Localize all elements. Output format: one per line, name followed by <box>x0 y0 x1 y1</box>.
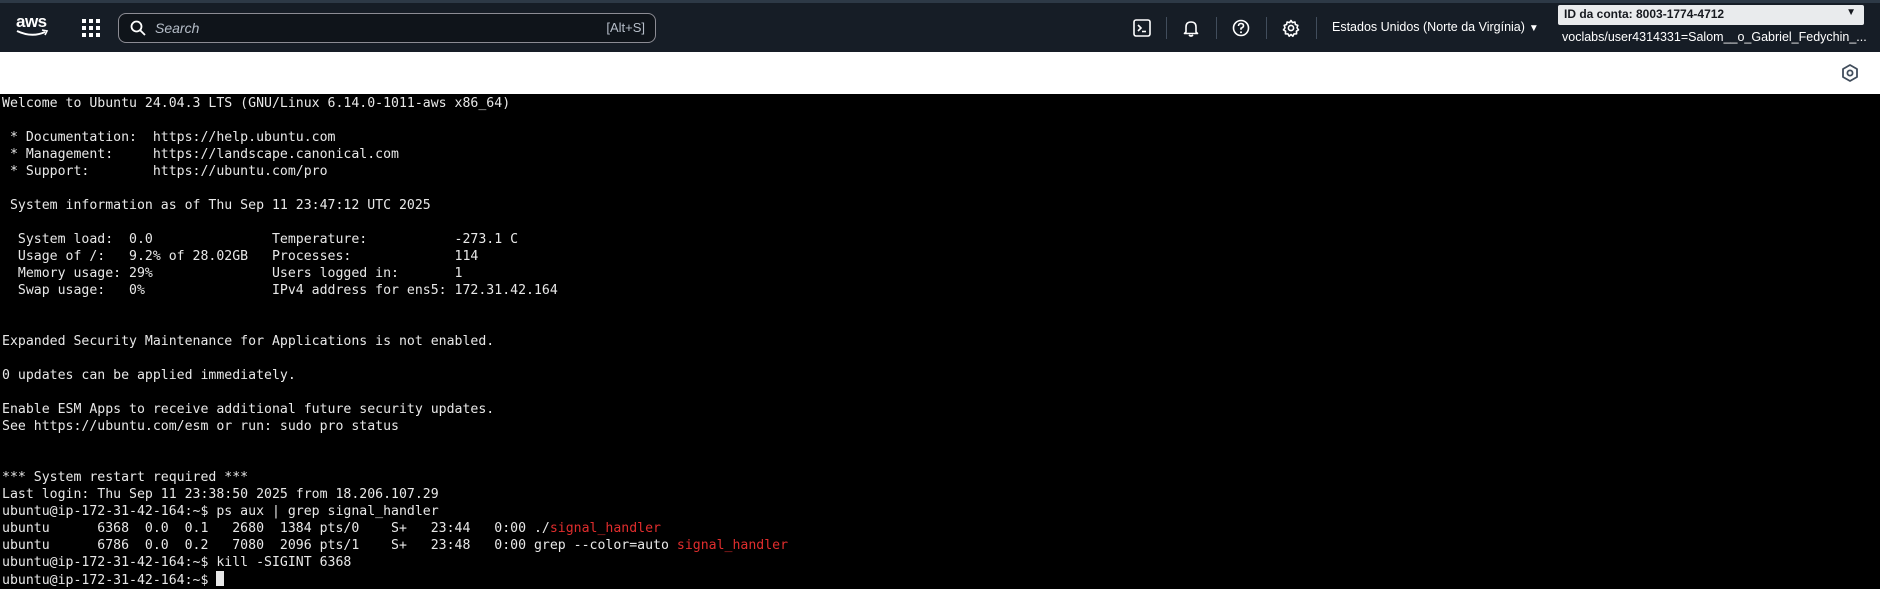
terminal-line-text: Last login: Thu Sep 11 23:38:50 2025 fro… <box>2 487 439 502</box>
terminal-line-text: See https://ubuntu.com/esm or run: sudo … <box>2 419 399 434</box>
account-user-name[interactable]: voclabs/user4314331=Salom__o_Gabriel_Fed… <box>1562 30 1867 44</box>
terminal-line: *** System restart required *** <box>2 469 1878 486</box>
terminal-cursor <box>216 571 225 586</box>
terminal-line: Swap usage: 0% IPv4 address for ens5: 17… <box>2 282 1878 299</box>
terminal-line: System information as of Thu Sep 11 23:4… <box>2 197 1878 214</box>
aws-logo-text: aws <box>16 12 47 31</box>
terminal-line-text: * Support: https://ubuntu.com/pro <box>2 164 328 179</box>
terminal-line-text: ubuntu@ip-172-31-42-164:~$ kill -SIGINT … <box>2 555 352 570</box>
terminal-line: Memory usage: 29% Users logged in: 1 <box>2 265 1878 282</box>
terminal-line: Enable ESM Apps to receive additional fu… <box>2 401 1878 418</box>
terminal-line-text: Welcome to Ubuntu 24.04.3 LTS (GNU/Linux… <box>2 96 511 111</box>
terminal-settings-icon[interactable] <box>1840 63 1860 83</box>
terminal-toolbar <box>0 52 1880 94</box>
search-shortcut-hint: [Alt+S] <box>606 20 645 35</box>
terminal-line: ubuntu@ip-172-31-42-164:~$ ps aux | grep… <box>2 503 1878 520</box>
aws-logo[interactable]: aws <box>16 13 54 41</box>
nav-divider <box>1266 17 1267 39</box>
terminal-line-text: Swap usage: 0% IPv4 address for ens5: 17… <box>2 283 558 298</box>
terminal-line: System load: 0.0 Temperature: -273.1 C <box>2 231 1878 248</box>
terminal-line: * Management: https://landscape.canonica… <box>2 146 1878 163</box>
terminal-line-text: * Management: https://landscape.canonica… <box>2 147 399 162</box>
search-input[interactable] <box>153 17 533 39</box>
terminal-output[interactable]: Welcome to Ubuntu 24.04.3 LTS (GNU/Linux… <box>0 94 1880 589</box>
search-icon <box>130 20 146 41</box>
terminal-line-text: * Documentation: https://help.ubuntu.com <box>2 130 336 145</box>
bell-icon[interactable] <box>1180 17 1202 39</box>
terminal-line: Expanded Security Maintenance for Applic… <box>2 333 1878 350</box>
terminal-line-text: Enable ESM Apps to receive additional fu… <box>2 402 495 417</box>
terminal-line-text: 0 updates can be applied immediately. <box>2 368 296 383</box>
account-id-label: ID da conta: 8003-1774-4712 <box>1564 7 1725 21</box>
search-bar[interactable]: [Alt+S] <box>118 13 656 43</box>
terminal-line-text: System load: 0.0 Temperature: -273.1 C <box>2 232 519 247</box>
terminal-line-text: ubuntu@ip-172-31-42-164:~$ <box>2 573 217 588</box>
grep-match-highlight: signal_handler <box>676 538 789 553</box>
region-selector[interactable]: Estados Unidos (Norte da Virgínia) ▼ <box>1332 20 1539 34</box>
region-label: Estados Unidos (Norte da Virgínia) <box>1332 20 1525 34</box>
terminal-line: Usage of /: 9.2% of 28.02GB Processes: 1… <box>2 248 1878 265</box>
help-icon[interactable] <box>1230 17 1252 39</box>
terminal-line: * Documentation: https://help.ubuntu.com <box>2 129 1878 146</box>
grep-match-highlight: signal_handler <box>549 521 661 536</box>
services-grid-icon[interactable] <box>82 19 100 37</box>
terminal-line-text: ubuntu@ip-172-31-42-164:~$ ps aux | grep… <box>2 504 439 519</box>
gear-icon[interactable] <box>1280 17 1302 39</box>
terminal-line-text: System information as of Thu Sep 11 23:4… <box>2 198 431 213</box>
terminal-line: 0 updates can be applied immediately. <box>2 367 1878 384</box>
cloudshell-icon[interactable] <box>1131 17 1153 39</box>
terminal-line: Last login: Thu Sep 11 23:38:50 2025 fro… <box>2 486 1878 503</box>
terminal-line: ubuntu 6368 0.0 0.1 2680 1384 pts/0 S+ 2… <box>2 520 1878 537</box>
terminal-line-text: ubuntu 6368 0.0 0.1 2680 1384 pts/0 S+ 2… <box>2 521 550 536</box>
terminal-line: ubuntu 6786 0.0 0.2 7080 2096 pts/1 S+ 2… <box>2 537 1878 554</box>
nav-divider <box>1166 17 1167 39</box>
nav-divider <box>1316 17 1317 39</box>
caret-down-icon: ▼ <box>1528 23 1539 34</box>
terminal-line-text: Memory usage: 29% Users logged in: 1 <box>2 266 463 281</box>
caret-down-icon: ▼ <box>1846 7 1856 18</box>
aws-top-navigation: aws [Alt+S] <box>0 0 1880 52</box>
account-id-dropdown[interactable]: ID da conta: 8003-1774-4712 ▼ <box>1558 5 1864 25</box>
terminal-line: ubuntu@ip-172-31-42-164:~$ kill -SIGINT … <box>2 554 1878 571</box>
terminal-line-text: ubuntu 6786 0.0 0.2 7080 2096 pts/1 S+ 2… <box>2 538 677 553</box>
aws-smile-icon <box>16 29 49 36</box>
terminal-line-text: Usage of /: 9.2% of 28.02GB Processes: 1… <box>2 249 479 264</box>
terminal-line-text: Expanded Security Maintenance for Applic… <box>2 334 495 349</box>
nav-divider <box>1216 17 1217 39</box>
terminal-line: Welcome to Ubuntu 24.04.3 LTS (GNU/Linux… <box>2 95 1878 112</box>
terminal-line: See https://ubuntu.com/esm or run: sudo … <box>2 418 1878 435</box>
terminal-line-text: *** System restart required *** <box>2 470 249 485</box>
terminal-line: * Support: https://ubuntu.com/pro <box>2 163 1878 180</box>
terminal-line: ubuntu@ip-172-31-42-164:~$ <box>2 571 1878 588</box>
